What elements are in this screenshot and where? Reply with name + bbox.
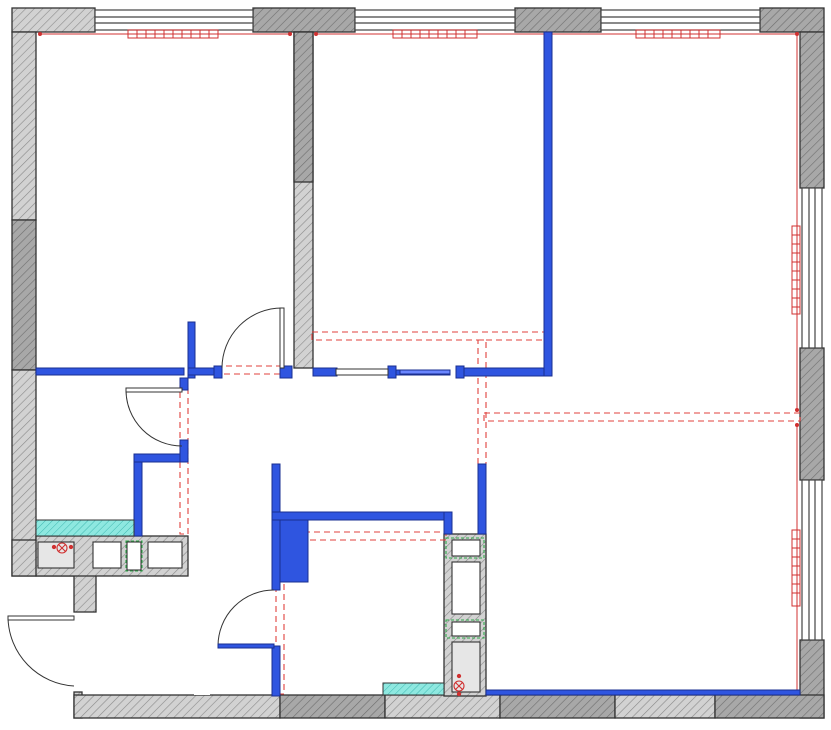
partition: [35, 367, 185, 376]
shaft: [451, 641, 481, 693]
partition: [271, 463, 281, 591]
partition: [477, 463, 487, 535]
doors: [7, 307, 285, 687]
wall-left-upper: [11, 31, 37, 221]
radiators: [38, 29, 801, 690]
window-sill-divider: [335, 368, 389, 376]
shaft: [37, 541, 75, 569]
wall-bearing-interior-dark: [293, 31, 314, 183]
partition: [271, 511, 453, 521]
wet-zone-hall: [35, 519, 135, 537]
wall-bottom-5: [614, 694, 716, 719]
radiator-icon: [791, 425, 801, 690]
partition: [463, 367, 553, 377]
partition: [543, 31, 553, 377]
wall-bottom-3: [384, 694, 501, 719]
partition: [279, 519, 309, 583]
wall-top-1: [11, 7, 96, 33]
window-icon: [600, 9, 761, 31]
wall-left-mid: [11, 219, 37, 371]
wet-zone-bath: [382, 682, 445, 696]
partition: [312, 367, 338, 377]
partition: [485, 689, 801, 696]
wall-top-2: [252, 7, 356, 33]
window-icon: [801, 479, 823, 641]
wall-bottom-6: [714, 694, 825, 719]
door-arc-icon: [125, 387, 183, 447]
radiator-icon: [791, 36, 801, 410]
window-icon: [94, 9, 254, 31]
wall-gap: [194, 692, 210, 695]
partition: [133, 453, 143, 537]
new-partitions: [35, 31, 801, 697]
wall-right-upper: [799, 31, 825, 189]
shaft: [451, 539, 481, 557]
shaft: [92, 541, 122, 569]
floor-plan: [7, 7, 825, 719]
wall-top-4: [759, 7, 825, 33]
wall-right-mid: [799, 347, 825, 481]
shaft: [451, 621, 481, 637]
wall-bottom-1: [73, 694, 281, 719]
partition: [271, 645, 281, 697]
door-arc-icon: [7, 615, 75, 687]
partition: [213, 365, 223, 379]
outer-walls: [11, 7, 825, 719]
window-icon: [354, 9, 516, 31]
shaft: [126, 541, 142, 571]
wall-top-3: [514, 7, 602, 33]
partition: [443, 511, 453, 535]
partition: [387, 365, 397, 379]
shaft: [147, 541, 183, 569]
wall-bottom-2: [279, 694, 386, 719]
window-icon: [801, 187, 823, 349]
door-arc-icon: [221, 307, 285, 369]
door-arc-icon: [217, 589, 275, 649]
partition: [455, 365, 465, 379]
shafts: [37, 537, 485, 693]
shaft: [451, 561, 481, 615]
partition: [399, 369, 451, 375]
partition: [179, 439, 189, 463]
wall-bottom-4: [499, 694, 616, 719]
